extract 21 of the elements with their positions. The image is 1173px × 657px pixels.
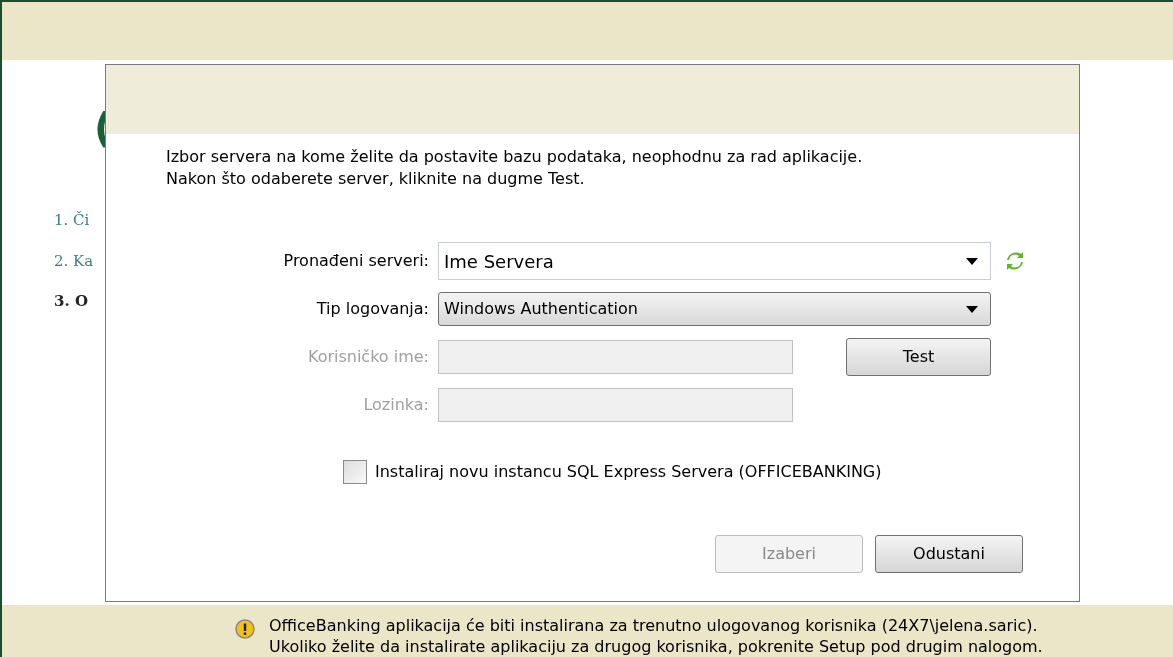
dropdown-caret-icon <box>966 305 978 313</box>
checkbox[interactable] <box>343 460 367 484</box>
step-item: 1. Či <box>54 210 90 231</box>
field-label: Tip logovanja: <box>315 298 429 320</box>
test-button[interactable]: Test <box>846 338 991 376</box>
login-type-dropdown[interactable]: Windows Authentication <box>438 292 991 326</box>
dialog-button[interactable]: Odustani <box>875 535 1023 573</box>
refresh-icon[interactable] <box>1006 251 1024 271</box>
notice-text: Ukoliko želite da instalirate aplikaciju za drugog korisnika, pokrenite Setup pod drugim nalogom. <box>269 636 1043 657</box>
checkbox-label: Instaliraj novu instancu SQL Express Servera (OFFICEBANKING) <box>375 461 882 483</box>
intro-text: Nakon što odaberete server, kliknite na dugme Test. <box>166 168 586 190</box>
step-item: 2. Ka <box>54 250 94 272</box>
field-label: Pronađeni serveri: <box>282 250 429 272</box>
notice-text: OfficeBanking aplikacija će biti instalirana za trenutno ulogovanog korisnika (24X7\jelena.saric). <box>269 615 1039 636</box>
intro-text: Izbor servera na kome želite da postavite bazu podataka, neophodnu za rad aplikacije. <box>166 146 864 168</box>
server-dropdown[interactable]: Ime Servera <box>438 242 991 280</box>
dropdown-caret-icon <box>966 257 978 265</box>
warning-icon <box>235 619 255 639</box>
field-label: Korisničko ime: <box>306 346 429 368</box>
step-item: 3. O <box>54 291 88 312</box>
field-label: Lozinka: <box>362 394 429 416</box>
